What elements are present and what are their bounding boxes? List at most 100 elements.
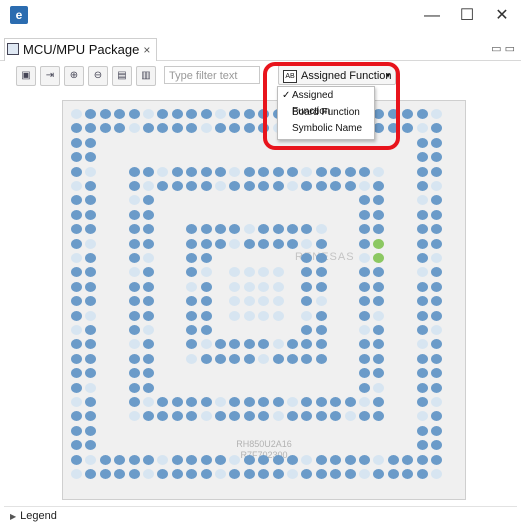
package-pin[interactable]	[373, 325, 385, 335]
package-pin[interactable]	[143, 353, 154, 364]
package-pin[interactable]	[258, 166, 270, 177]
package-pin[interactable]	[431, 224, 442, 235]
menu-item-symbolic-name[interactable]: Symbolic Name	[278, 121, 374, 137]
package-pin[interactable]	[330, 469, 342, 479]
package-pin[interactable]	[85, 411, 97, 422]
package-pin[interactable]	[171, 181, 183, 191]
package-pin[interactable]	[128, 209, 140, 220]
package-pin[interactable]	[71, 353, 82, 364]
package-pin[interactable]	[128, 310, 140, 321]
package-pin[interactable]	[315, 267, 327, 278]
save-icon[interactable]: ▣	[16, 66, 36, 86]
package-pin[interactable]	[315, 411, 327, 422]
package-pin[interactable]	[71, 325, 82, 335]
package-pin[interactable]	[416, 368, 428, 379]
package-pin[interactable]	[215, 109, 226, 119]
package-pin[interactable]	[416, 310, 428, 321]
package-pin[interactable]	[243, 238, 255, 249]
package-pin[interactable]	[99, 123, 111, 134]
package-pin[interactable]	[330, 166, 342, 177]
package-pin[interactable]	[85, 267, 97, 278]
package-pin[interactable]	[301, 281, 313, 292]
package-pin[interactable]	[272, 166, 284, 177]
package-pin[interactable]	[215, 411, 226, 422]
package-pin[interactable]	[229, 339, 241, 350]
package-pin[interactable]	[416, 195, 428, 206]
package-pin[interactable]	[215, 339, 226, 350]
package-pin[interactable]	[200, 411, 212, 422]
package-pin[interactable]	[344, 181, 356, 191]
package-pin[interactable]	[143, 123, 154, 134]
package-pin[interactable]	[128, 181, 140, 191]
package-pin[interactable]	[344, 411, 356, 422]
view-controls[interactable]: ▭ ▭	[491, 42, 515, 55]
package-pin[interactable]	[373, 296, 385, 307]
package-pin[interactable]	[359, 224, 370, 235]
package-pin[interactable]	[71, 397, 82, 407]
package-pin[interactable]	[85, 195, 97, 206]
package-pin[interactable]	[71, 425, 82, 436]
package-pin[interactable]	[243, 123, 255, 134]
package-pin[interactable]	[128, 382, 140, 393]
package-pin[interactable]	[243, 397, 255, 407]
package-pin[interactable]	[431, 195, 442, 206]
package-pin[interactable]	[416, 469, 428, 479]
package-pin[interactable]	[143, 397, 154, 407]
package-pin[interactable]	[71, 339, 82, 350]
package-pin[interactable]	[258, 181, 270, 191]
package-pin[interactable]	[229, 181, 241, 191]
package-pin[interactable]	[85, 109, 97, 119]
package-pin[interactable]	[416, 267, 428, 278]
package-pin[interactable]	[315, 353, 327, 364]
package-pin[interactable]	[272, 224, 284, 235]
package-pin[interactable]	[287, 397, 298, 407]
package-pin[interactable]	[416, 454, 428, 465]
package-pin[interactable]	[215, 123, 226, 134]
package-pin[interactable]	[128, 411, 140, 422]
package-pin[interactable]	[243, 353, 255, 364]
package-pin[interactable]	[229, 454, 241, 465]
package-pin[interactable]	[128, 368, 140, 379]
package-pin[interactable]	[215, 224, 226, 235]
package-pin[interactable]	[373, 224, 385, 235]
package-pin[interactable]	[416, 238, 428, 249]
package-pin[interactable]	[200, 296, 212, 307]
package-pin[interactable]	[416, 253, 428, 263]
package-pin[interactable]	[200, 166, 212, 177]
package-pin[interactable]	[416, 425, 428, 436]
package-pin[interactable]	[272, 267, 284, 278]
package-pin[interactable]	[229, 281, 241, 292]
package-pin[interactable]	[85, 368, 97, 379]
package-pin[interactable]	[387, 109, 399, 119]
package-pin[interactable]	[301, 353, 313, 364]
package-pin[interactable]	[431, 281, 442, 292]
package-pin[interactable]	[215, 353, 226, 364]
package-pin[interactable]	[344, 166, 356, 177]
package-pin[interactable]	[431, 397, 442, 407]
package-pin[interactable]	[402, 123, 414, 134]
zoom-out-icon[interactable]: ⊖	[88, 66, 108, 86]
package-pin[interactable]	[200, 253, 212, 263]
package-pin[interactable]	[359, 382, 370, 393]
package-pin[interactable]	[272, 296, 284, 307]
package-pin[interactable]	[200, 281, 212, 292]
package-pin[interactable]	[71, 137, 82, 148]
package-pin[interactable]	[243, 109, 255, 119]
legend-bar[interactable]: ▶ Legend	[4, 506, 517, 525]
package-pin[interactable]	[71, 368, 82, 379]
package-pin[interactable]	[301, 267, 313, 278]
package-pin[interactable]	[128, 353, 140, 364]
package-pin[interactable]	[71, 224, 82, 235]
close-tab-icon[interactable]: ×	[143, 43, 150, 57]
package-pin[interactable]	[71, 253, 82, 263]
package-pin[interactable]	[71, 123, 82, 134]
package-pin[interactable]	[114, 454, 126, 465]
package-pin[interactable]	[186, 224, 198, 235]
package-pin[interactable]	[359, 353, 370, 364]
package-pin[interactable]	[359, 411, 370, 422]
package-pin[interactable]	[229, 267, 241, 278]
package-pin[interactable]	[258, 411, 270, 422]
package-pin[interactable]	[143, 267, 154, 278]
package-pin[interactable]	[186, 310, 198, 321]
package-pin[interactable]	[373, 109, 385, 119]
